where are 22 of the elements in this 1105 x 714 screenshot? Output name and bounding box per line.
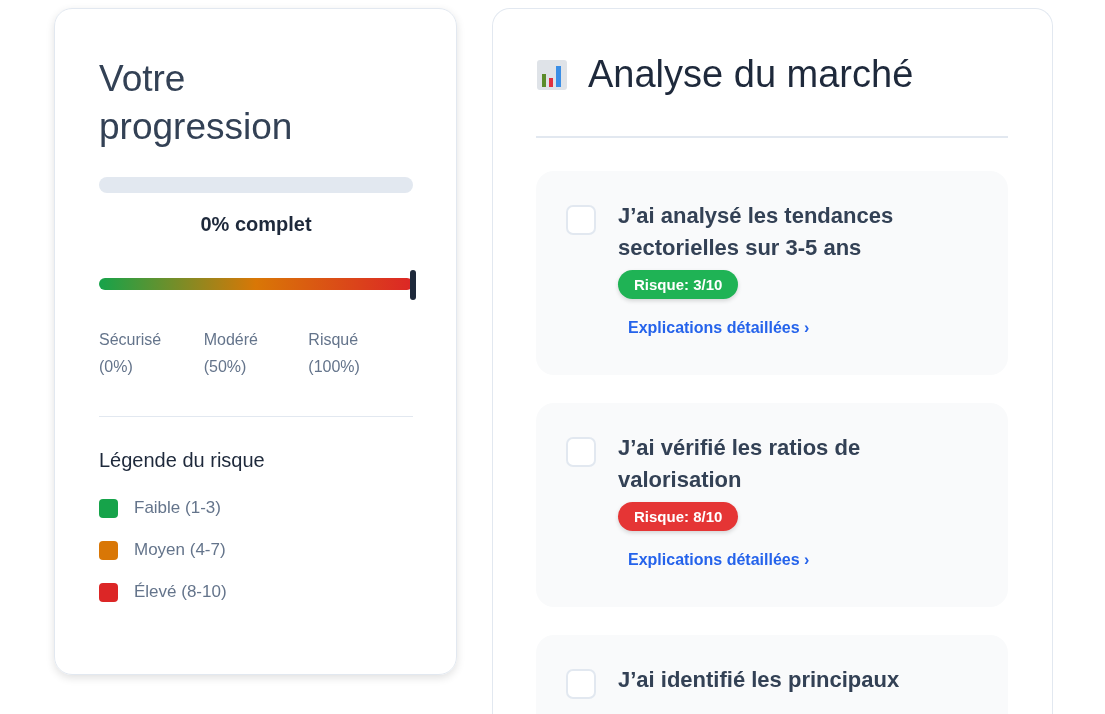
progress-label: 0% complet [199,213,313,236]
legend-title: Légende du risque [99,449,266,472]
meter-thumb[interactable] [410,270,416,300]
risk-badge: Risque: 8/10 [618,502,739,531]
risk-badge: Risque: 3/10 [618,270,739,299]
scale-label: Risqué (100%) [308,330,361,377]
checkbox[interactable] [566,205,596,235]
details-link[interactable]: Explications détaillées › [628,551,978,569]
checklist-text: J’ai identifié les principaux [618,666,900,694]
bar-chart-icon [536,58,568,91]
scale-label: Sécurisé (0%) [99,330,163,377]
checkbox[interactable] [566,669,596,699]
details-link[interactable]: Explications détaillées › [628,319,978,337]
legend-label: Élevé (8-10) [134,582,227,602]
checklist-text: J’ai vérifié les ratios de valorisation [618,434,862,494]
checklist-text: J’ai analysé les tendances sectorielles sur 3-5 ans [618,202,895,262]
scale-label: Modéré (50%) [203,330,259,377]
card-title: Votre progression [99,57,294,149]
section-title: Analyse du marché [588,53,914,96]
checkbox[interactable] [566,437,596,467]
legend-label: Faible (1-3) [134,498,221,518]
legend-label: Moyen (4-7) [134,540,226,560]
